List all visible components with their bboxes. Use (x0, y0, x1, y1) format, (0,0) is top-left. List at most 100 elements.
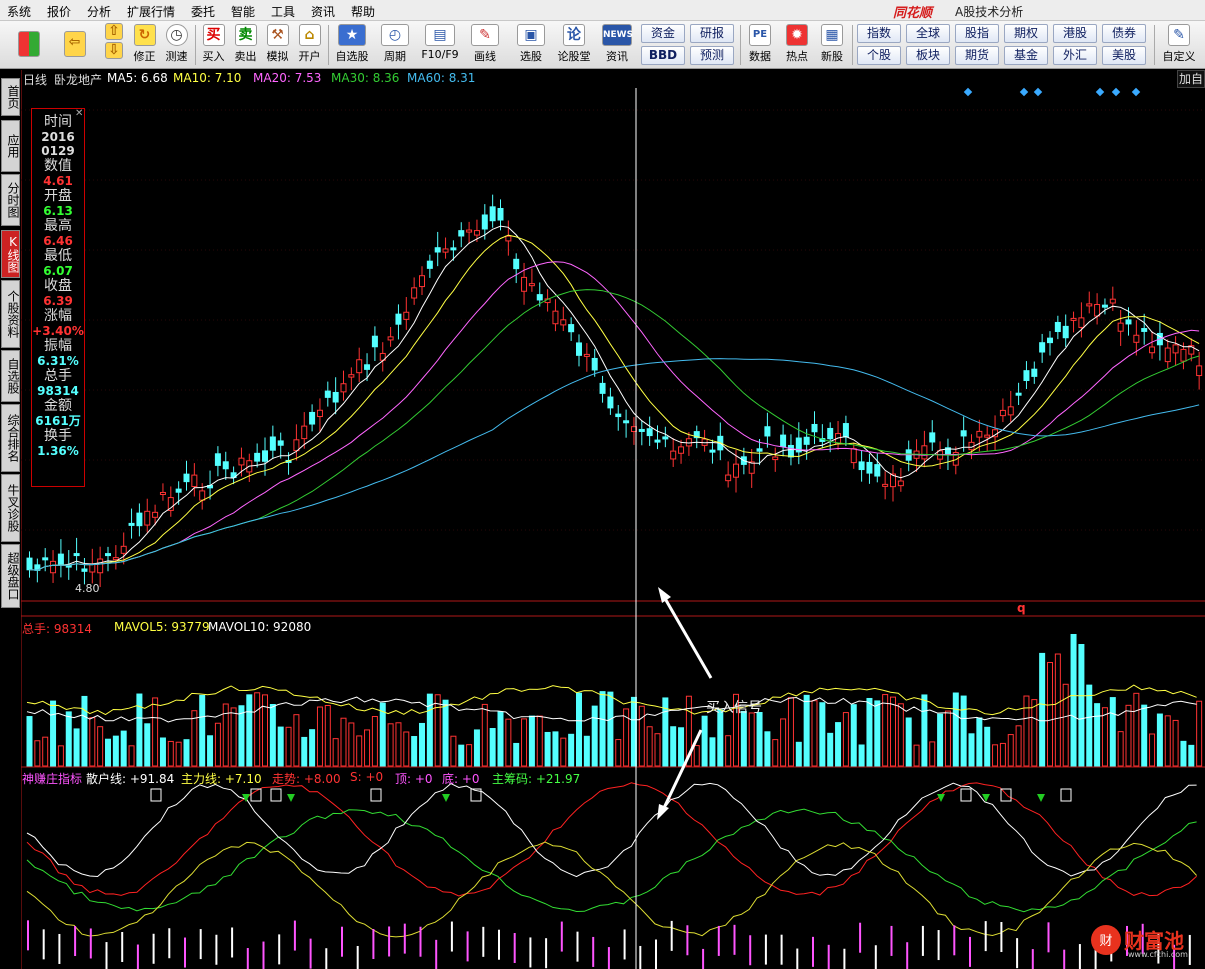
watchlist-label: 自选股 (335, 50, 369, 63)
ma10-label: MA10: 7.10 (173, 71, 242, 85)
period-button[interactable]: ◴ 周期 (376, 23, 414, 67)
tab-timeshare[interactable]: 分时图 (1, 174, 20, 226)
data-button[interactable]: PE 数据 (744, 23, 776, 67)
hot-label: 热点 (786, 50, 808, 63)
change-value: +3.40% (32, 324, 84, 338)
volume-bar (450, 735, 457, 767)
tab-ranking[interactable]: 综合排名 (1, 404, 20, 472)
quick-fund2[interactable]: 基金 (1004, 46, 1048, 65)
tab-kline[interactable]: K线图 (1, 230, 20, 278)
buy-button[interactable]: 买买入 (197, 23, 230, 67)
candle-body (50, 560, 57, 574)
quick-fund[interactable]: 资金 (641, 24, 685, 43)
simulate-button[interactable]: ⚒ 模拟 (261, 23, 294, 67)
chip-bar (58, 933, 61, 964)
volume-bar (324, 704, 331, 767)
quick-options[interactable]: 期权 (1004, 24, 1048, 43)
forum-button[interactable]: 论论股堂 (555, 23, 593, 67)
candle-body (324, 390, 331, 398)
volume-bar (552, 731, 559, 767)
hot-button[interactable]: ✹ 热点 (780, 23, 814, 67)
menu-smart[interactable]: 智能 (231, 3, 255, 20)
candle-body (419, 275, 425, 288)
candle-body (238, 457, 245, 466)
chip-bar (105, 942, 108, 969)
up-down-button[interactable]: ⇧ ⇩ (100, 23, 128, 67)
volume-bar (646, 726, 653, 767)
volume-bar (246, 694, 253, 767)
candle-body (811, 423, 818, 433)
volume-bar (301, 736, 308, 767)
menu-news[interactable]: 资讯 (311, 3, 335, 20)
tab-super-quote[interactable]: 超级盘口 (1, 544, 20, 608)
news-button[interactable]: NEWS 资讯 (598, 23, 636, 67)
menu-ext-quote[interactable]: 扩展行情 (127, 3, 175, 20)
lock-icon: ⌂ (298, 24, 321, 46)
speed-test-button[interactable]: ◷ 测速 (160, 23, 193, 67)
tab-home[interactable]: 首页 (1, 78, 20, 116)
volume-bar (984, 726, 991, 767)
volume-bar (615, 739, 622, 767)
menu-system[interactable]: 系统 (7, 3, 31, 20)
low-price-label: 4.80 (75, 582, 100, 595)
volume-bar (65, 711, 72, 767)
f10-button[interactable]: ▤ F10/F9 (418, 23, 462, 67)
close-icon[interactable]: ✕ (75, 109, 84, 119)
watchlist-button[interactable]: ★ 自选股 (332, 23, 372, 67)
volume-bar (332, 738, 339, 767)
volume-bar (1196, 700, 1203, 767)
candle-body (97, 558, 104, 574)
quick-stock[interactable]: 个股 (857, 46, 901, 65)
f10-icon: ▤ (425, 24, 455, 46)
volume-bar (199, 694, 206, 767)
candle-body (466, 229, 473, 233)
chart-area[interactable]: 日线 卧龙地产 MA5: 6.68 MA10: 7.10 MA20: 7.53 … (21, 70, 1205, 969)
volume-bar (568, 733, 575, 767)
open-account-button[interactable]: ⌂ 开户 (293, 23, 326, 67)
volume-bar (1086, 684, 1093, 767)
quick-hk[interactable]: 港股 (1053, 24, 1097, 43)
quick-bond[interactable]: 债券 (1102, 24, 1146, 43)
tab-diagnosis[interactable]: 牛叉诊股 (1, 474, 20, 542)
back-button[interactable]: ⇦ (58, 23, 91, 67)
quick-global[interactable]: 全球 (906, 24, 950, 43)
candle-body (254, 452, 261, 462)
volume-bar (340, 717, 347, 767)
chip-bar (136, 944, 139, 969)
menu-help[interactable]: 帮助 (351, 3, 375, 20)
menu-analysis[interactable]: 分析 (87, 3, 111, 20)
menu-quote[interactable]: 报价 (47, 3, 71, 20)
volume-bar (992, 744, 999, 767)
repair-label: 修正 (133, 50, 156, 63)
chip-label: 主筹码: +21.97 (492, 772, 581, 786)
quick-futures[interactable]: 期货 (955, 46, 999, 65)
layout-button[interactable] (12, 23, 45, 67)
quick-bbd[interactable]: BBD (641, 46, 685, 65)
volume-bar (277, 726, 284, 767)
add-watch-button[interactable]: 加自 (1177, 70, 1205, 88)
quick-us[interactable]: 美股 (1102, 46, 1146, 65)
quick-futures-index[interactable]: 股指 (955, 24, 999, 43)
quick-research[interactable]: 研报 (690, 24, 734, 43)
kline-canvas[interactable] (21, 70, 1205, 969)
custom-button[interactable]: ✎ 自定义 (1158, 23, 1200, 67)
quick-sector[interactable]: 板块 (906, 46, 950, 65)
volume-bar (913, 744, 920, 767)
sell-button[interactable]: 卖卖出 (229, 23, 262, 67)
stock-pick-button[interactable]: ▣ 选股 (512, 23, 550, 67)
menu-trade[interactable]: 委托 (191, 3, 215, 20)
candle-body (144, 510, 151, 526)
quick-forecast[interactable]: 预测 (690, 46, 734, 65)
repair-button[interactable]: ↻ 修正 (128, 23, 161, 67)
quick-index[interactable]: 指数 (857, 24, 901, 43)
menu-tools[interactable]: 工具 (271, 3, 295, 20)
draw-line-button[interactable]: ✎ 画线 (466, 23, 504, 67)
tab-stock-info[interactable]: 个股资料 (1, 280, 20, 348)
tab-apps[interactable]: 应用 (1, 120, 20, 172)
tab-watchlist[interactable]: 自选股 (1, 350, 20, 402)
simulate-label: 模拟 (266, 50, 289, 63)
new-stock-button[interactable]: ▦ 新股 (816, 23, 848, 67)
chip-bar (372, 928, 375, 959)
quick-forex[interactable]: 外汇 (1053, 46, 1097, 65)
chip-bar (482, 926, 485, 957)
